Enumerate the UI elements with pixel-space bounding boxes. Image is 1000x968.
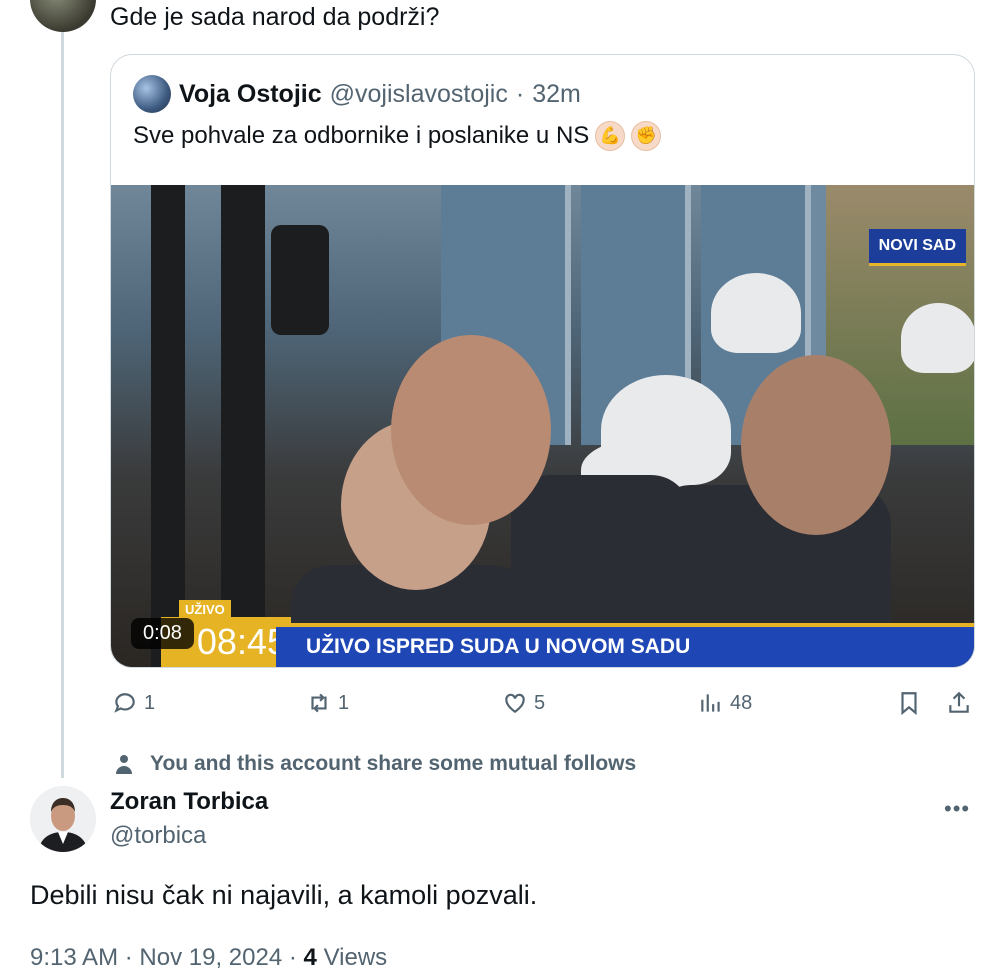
- quoted-author-avatar[interactable]: [133, 75, 171, 113]
- location-tag: NOVI SAD: [868, 229, 966, 266]
- bookmark-button[interactable]: [896, 690, 922, 716]
- share-icon: [949, 691, 969, 713]
- views-count: 48: [730, 691, 753, 714]
- bar-chart-icon: [701, 694, 720, 712]
- raised-fist-emoji-icon: ✊: [631, 121, 662, 151]
- quoted-tweet-header: Voja Ostojic @vojislavostojic · 32m: [133, 75, 581, 113]
- tweet-action-bar: 1 1 5 48: [0, 690, 1000, 720]
- tweet-metadata: 9:13 AM · Nov 19, 2024 · 4 Views: [30, 944, 387, 968]
- like-count: 5: [534, 691, 546, 714]
- police-helmet: [901, 303, 974, 373]
- tweet-date[interactable]: Nov 19, 2024: [139, 944, 282, 968]
- previous-tweet-text: Gde je sada narod da podrži?: [110, 3, 440, 31]
- previous-tweet-avatar[interactable]: [30, 0, 96, 32]
- camera-tripod-head: [271, 225, 329, 335]
- thread-connector-line: [61, 30, 64, 778]
- share-button[interactable]: [946, 690, 972, 716]
- flexed-biceps-emoji-icon: 💪: [595, 121, 626, 151]
- person-head: [391, 335, 551, 525]
- like-button[interactable]: 5: [502, 690, 545, 716]
- camera-tripod: [151, 185, 185, 667]
- video-duration-badge: 0:08: [131, 618, 194, 649]
- repost-icon: [311, 693, 327, 713]
- quoted-tweet-text-row: Sve pohvale za odbornike i poslanike u N…: [133, 121, 662, 151]
- heart-icon: [505, 693, 525, 713]
- bookmark-icon: [901, 692, 917, 716]
- separator-dot: ·: [124, 944, 133, 968]
- quoted-tweet-time[interactable]: 32m: [532, 80, 581, 109]
- repost-button[interactable]: 1: [306, 690, 349, 716]
- author-avatar[interactable]: [30, 786, 96, 852]
- police-helmet: [711, 273, 801, 353]
- person-head: [741, 355, 891, 535]
- mutual-follows-notice: You and this account share some mutual f…: [112, 752, 636, 776]
- quoted-author-name[interactable]: Voja Ostojic: [179, 80, 322, 109]
- camera-tripod: [221, 185, 265, 667]
- author-handle[interactable]: @torbica: [110, 822, 206, 850]
- news-headline-banner: UŽIVO ISPRED SUDA U NOVOM SADU: [276, 623, 974, 667]
- repost-count: 1: [338, 691, 350, 714]
- reply-count: 1: [144, 691, 156, 714]
- separator-dot: ·: [515, 79, 525, 108]
- tweet-time[interactable]: 9:13 AM: [30, 944, 118, 968]
- author-photo: [30, 786, 96, 852]
- views-button[interactable]: 48: [698, 690, 752, 716]
- reply-icon: [114, 693, 135, 713]
- separator-dot: ·: [288, 944, 297, 968]
- tweet-views-count: 4: [303, 944, 317, 968]
- more-options-icon[interactable]: •••: [944, 796, 970, 822]
- tweet-text: Debili nisu čak ni najavili, a kamoli po…: [30, 880, 538, 910]
- quoted-tweet-card[interactable]: Voja Ostojic @vojislavostojic · 32m Sve …: [110, 54, 975, 668]
- author-name[interactable]: Zoran Torbica: [110, 788, 268, 816]
- tweet-views-label: Views: [323, 944, 388, 968]
- reply-button[interactable]: 1: [112, 690, 155, 716]
- quoted-tweet-text: Sve pohvale za odbornike i poslanike u N…: [133, 122, 590, 149]
- quoted-author-handle[interactable]: @vojislavostojic: [330, 80, 508, 109]
- video-player[interactable]: NOVI SAD UŽIVO 08:45 UŽIVO ISPRED SUDA U…: [111, 185, 974, 667]
- person-icon: [116, 755, 132, 774]
- mutual-follows-text: You and this account share some mutual f…: [150, 752, 637, 775]
